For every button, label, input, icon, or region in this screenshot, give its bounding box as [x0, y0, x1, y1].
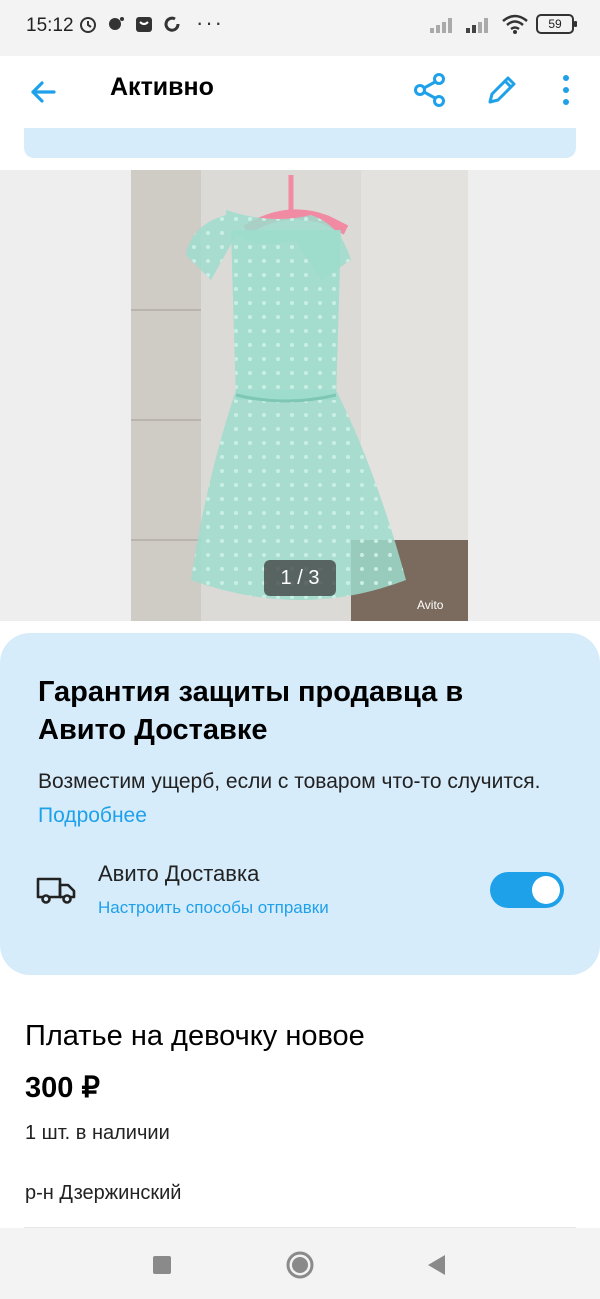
dress-photo-image: Avito: [131, 170, 468, 621]
info-banner: [24, 128, 576, 158]
signal-icon-2: [466, 18, 488, 33]
status-time: 15:12: [26, 15, 74, 36]
item-stock: 1 шт. в наличии: [25, 1122, 170, 1144]
photo-counter: 1 / 3: [264, 560, 336, 596]
bag-icon: [136, 17, 152, 32]
seller-protection-card: Гарантия защиты продавца в Авито Доставк…: [0, 633, 600, 975]
item-district: р-н Дзержинский: [25, 1182, 182, 1204]
more-vertical-icon[interactable]: [548, 68, 584, 112]
sync-icon: [164, 16, 180, 32]
more-notifications-icon: ···: [196, 10, 224, 35]
item-price: 300 ₽: [25, 1072, 100, 1104]
share-icon[interactable]: [408, 68, 452, 112]
delivery-truck-icon: [36, 877, 76, 904]
chat-icon: [109, 17, 124, 30]
photo-gallery[interactable]: Avito 1 / 3: [0, 170, 600, 621]
delivery-toggle[interactable]: [490, 872, 564, 908]
protection-description: Возместим ущерб, если с товаром что-то с…: [38, 765, 558, 833]
signal-icon: [430, 18, 452, 33]
toggle-knob: [532, 876, 560, 904]
status-bar: 15:12 ··· 59: [0, 0, 600, 56]
item-title: Платье на девочку новое: [25, 1020, 365, 1052]
back-arrow-icon[interactable]: [24, 72, 64, 112]
app-bar: Активно: [0, 56, 600, 128]
page-title: Активно: [110, 73, 214, 101]
alarm-icon: [80, 17, 96, 33]
delivery-title: Авито Доставка: [98, 861, 260, 886]
system-nav-bar: [0, 1228, 600, 1299]
wifi-icon: [502, 14, 528, 34]
more-link[interactable]: Подробнее: [38, 804, 147, 827]
home-button[interactable]: [285, 1250, 315, 1280]
protection-title: Гарантия защиты продавца в Авито Доставк…: [38, 676, 464, 746]
back-triangle-icon[interactable]: [425, 1252, 447, 1278]
listing-photo[interactable]: Avito: [131, 170, 468, 621]
recent-apps-button[interactable]: [153, 1256, 171, 1274]
battery-icon: 59: [536, 14, 577, 34]
edit-pencil-icon[interactable]: [480, 68, 524, 112]
configure-shipping-link[interactable]: Настроить способы отправки: [98, 898, 329, 918]
avito-watermark: Avito: [417, 598, 444, 612]
protection-text: Возместим ущерб, если с товаром что-то с…: [38, 770, 541, 793]
